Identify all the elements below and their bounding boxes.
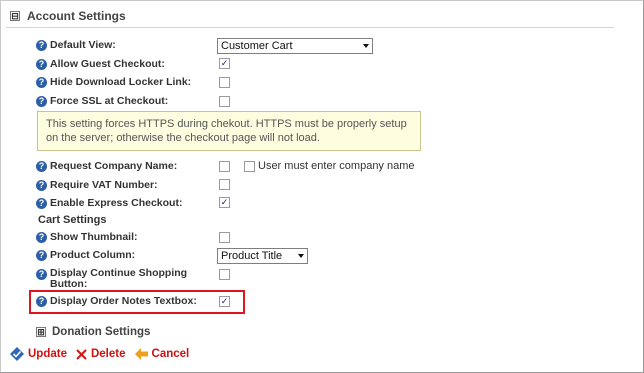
update-button[interactable]: Update xyxy=(10,347,67,361)
help-icon[interactable]: ? xyxy=(36,161,47,172)
force-ssl-checkbox[interactable] xyxy=(219,96,230,107)
default-view-select[interactable]: Customer Cart xyxy=(217,38,373,54)
divider xyxy=(6,27,614,28)
enable-express-row: ? Enable Express Checkout: xyxy=(36,197,182,209)
require-vat-label: Require VAT Number: xyxy=(50,179,158,191)
account-settings-header[interactable]: ⊟ Account Settings xyxy=(10,9,126,23)
product-column-select[interactable]: Product Title xyxy=(217,248,308,264)
require-vat-checkbox[interactable] xyxy=(219,179,230,190)
donation-settings-header[interactable]: ⊞ Donation Settings xyxy=(36,326,150,338)
product-column-label: Product Column: xyxy=(50,249,136,261)
help-icon[interactable]: ? xyxy=(36,250,47,261)
default-view-row: ? Default View: xyxy=(36,39,116,51)
display-order-notes-checkbox[interactable]: ✓ xyxy=(219,296,230,307)
help-icon[interactable]: ? xyxy=(36,296,47,307)
display-order-notes-label: Display Order Notes Textbox: xyxy=(50,295,197,307)
delete-icon xyxy=(76,348,87,360)
hide-download-locker-label: Hide Download Locker Link: xyxy=(50,76,192,88)
hide-download-locker-row: ? Hide Download Locker Link: xyxy=(36,76,191,88)
request-company-name-row: ? Request Company Name: xyxy=(36,160,177,172)
help-icon[interactable]: ? xyxy=(36,96,47,107)
cart-settings-heading: Cart Settings xyxy=(38,214,107,226)
allow-guest-checkout-label: Allow Guest Checkout: xyxy=(50,58,165,70)
request-company-name-label: Request Company Name: xyxy=(50,160,178,172)
help-icon[interactable]: ? xyxy=(36,269,47,280)
help-icon[interactable]: ? xyxy=(36,40,47,51)
back-arrow-icon xyxy=(134,348,148,360)
request-company-name-checkbox[interactable] xyxy=(219,161,230,172)
display-continue-shopping-label: Display Continue Shopping Button: xyxy=(50,268,187,290)
display-continue-shopping-checkbox[interactable] xyxy=(219,269,230,280)
help-icon[interactable]: ? xyxy=(36,198,47,209)
allow-guest-checkout-row: ? Allow Guest Checkout: xyxy=(36,58,165,70)
display-continue-shopping-row: ? Display Continue Shopping Button: xyxy=(36,268,187,290)
user-must-enter-company-label: User must enter company name xyxy=(258,160,415,172)
ssl-notice: This setting forces HTTPS during chekout… xyxy=(37,111,421,151)
action-bar: Update Delete Cancel xyxy=(10,347,198,361)
allow-guest-checkout-checkbox[interactable]: ✓ xyxy=(219,58,230,69)
product-column-value: Product Title xyxy=(221,250,283,262)
update-label: Update xyxy=(28,348,67,360)
product-column-row: ? Product Column: xyxy=(36,249,135,261)
delete-label: Delete xyxy=(90,348,126,360)
help-icon[interactable]: ? xyxy=(36,59,47,70)
display-order-notes-row: ? Display Order Notes Textbox: xyxy=(36,295,197,307)
default-view-value: Customer Cart xyxy=(221,40,293,52)
cancel-button[interactable]: Cancel xyxy=(134,348,190,360)
force-ssl-label: Force SSL at Checkout: xyxy=(50,95,169,107)
expand-toggle-icon[interactable]: ⊞ xyxy=(36,327,46,337)
enable-express-checkbox[interactable]: ✓ xyxy=(219,197,230,208)
show-thumbnail-label: Show Thumbnail: xyxy=(50,231,138,243)
hide-download-locker-checkbox[interactable] xyxy=(219,77,230,88)
cancel-label: Cancel xyxy=(151,348,190,360)
enable-express-label: Enable Express Checkout: xyxy=(50,197,183,209)
help-icon[interactable]: ? xyxy=(36,232,47,243)
update-icon xyxy=(10,347,24,361)
require-vat-row: ? Require VAT Number: xyxy=(36,179,158,191)
show-thumbnail-row: ? Show Thumbnail: xyxy=(36,231,138,243)
show-thumbnail-checkbox[interactable] xyxy=(219,232,230,243)
help-icon[interactable]: ? xyxy=(36,77,47,88)
donation-settings-title: Donation Settings xyxy=(52,326,151,338)
account-settings-title: Account Settings xyxy=(27,9,126,23)
continue-shopping-label-line2: Button: xyxy=(50,278,88,290)
dropdown-arrow-icon xyxy=(363,44,369,48)
delete-button[interactable]: Delete xyxy=(76,348,126,360)
dropdown-arrow-icon xyxy=(298,254,304,258)
force-ssl-row: ? Force SSL at Checkout: xyxy=(36,95,168,107)
user-must-enter-company-checkbox[interactable] xyxy=(244,161,255,172)
default-view-label: Default View: xyxy=(50,39,116,51)
collapse-toggle-icon[interactable]: ⊟ xyxy=(10,11,20,21)
help-icon[interactable]: ? xyxy=(36,180,47,191)
